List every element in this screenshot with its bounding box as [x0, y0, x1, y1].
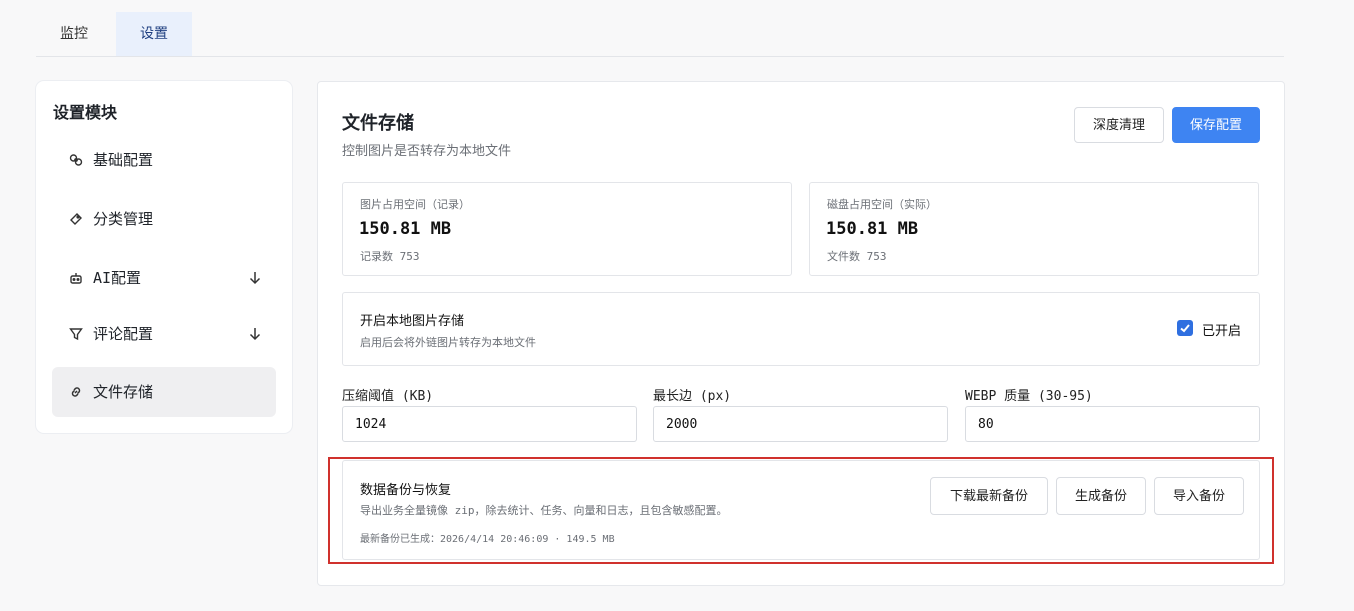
page-title: 文件存储	[342, 113, 414, 134]
stat-label: 图片占用空间（记录）	[360, 198, 470, 211]
sidebar-item-label: 分类管理	[93, 210, 154, 228]
import-backup-button[interactable]: 导入备份	[1154, 477, 1244, 515]
sidebar-item-comment[interactable]: 评论配置	[52, 309, 276, 359]
backup-title: 数据备份与恢复	[360, 483, 452, 498]
toggle-title: 开启本地图片存储	[360, 314, 465, 329]
sidebar-item-category[interactable]: 分类管理	[52, 194, 276, 244]
sidebar-item-ai[interactable]: AI配置	[52, 253, 276, 303]
local-storage-toggle-card: 开启本地图片存储 启用后会将外链图片转存为本地文件 已开启	[342, 292, 1260, 366]
arrow-down-icon	[249, 328, 261, 341]
arrow-down-icon	[249, 272, 261, 285]
link-icon	[71, 387, 81, 397]
top-tabs: 监控 设置	[36, 12, 1284, 57]
sidebar-item-label: 评论配置	[93, 325, 154, 343]
download-latest-backup-button[interactable]: 下载最新备份	[930, 477, 1048, 515]
max-edge-label: 最长边 (px)	[653, 389, 732, 404]
sidebar-title: 设置模块	[53, 103, 118, 122]
sidebar-item-file-storage[interactable]: 文件存储	[52, 367, 276, 417]
backup-description: 导出业务全量镜像 zip，除去统计、任务、向量和日志，且包含敏感配置。	[360, 504, 728, 517]
file-storage-panel: 文件存储 控制图片是否转存为本地文件 深度清理 保存配置 图片占用空间（记录） …	[317, 81, 1285, 586]
settings-sidebar: 设置模块 基础配置 分类管理 AI配置 评论配置 文件存储	[36, 81, 292, 433]
stat-count: 记录数 753	[360, 250, 420, 263]
webp-quality-input[interactable]	[965, 406, 1260, 442]
sidebar-item-basic[interactable]: 基础配置	[52, 135, 276, 185]
save-config-button[interactable]: 保存配置	[1172, 107, 1260, 143]
stat-card-disk: 磁盘占用空间（实际） 150.81 MB 文件数 753	[809, 182, 1259, 276]
tab-settings[interactable]: 设置	[116, 12, 192, 56]
generate-backup-button[interactable]: 生成备份	[1056, 477, 1146, 515]
backup-card: 数据备份与恢复 导出业务全量镜像 zip，除去统计、任务、向量和日志，且包含敏感…	[342, 460, 1260, 560]
tag-icon	[70, 213, 82, 225]
page-subtitle: 控制图片是否转存为本地文件	[342, 144, 512, 159]
robot-icon	[70, 273, 82, 284]
tab-monitor[interactable]: 监控	[36, 12, 112, 56]
sidebar-item-label: 基础配置	[93, 151, 154, 169]
stat-value: 150.81 MB	[826, 219, 919, 239]
sidebar-item-label: AI配置	[93, 269, 142, 287]
filter-icon	[69, 328, 83, 341]
enable-local-storage-checkbox[interactable]	[1177, 320, 1193, 336]
checkmark-icon	[1180, 324, 1190, 333]
checkbox-label[interactable]: 已开启	[1202, 320, 1241, 339]
max-edge-input[interactable]	[653, 406, 948, 442]
compress-threshold-input[interactable]	[342, 406, 637, 442]
compress-threshold-label: 压缩阈值 (KB)	[342, 389, 434, 404]
toggle-description: 启用后会将外链图片转存为本地文件	[360, 336, 536, 349]
backup-status: 最新备份已生成：2026/4/14 20:46:09 · 149.5 MB	[360, 534, 615, 545]
stat-card-recorded: 图片占用空间（记录） 150.81 MB 记录数 753	[342, 182, 792, 276]
link-icon	[69, 154, 83, 166]
stat-count: 文件数 753	[827, 250, 887, 263]
deep-clean-button[interactable]: 深度清理	[1074, 107, 1164, 143]
stat-label: 磁盘占用空间（实际）	[827, 198, 937, 211]
stat-value: 150.81 MB	[359, 219, 452, 239]
webp-quality-label: WEBP 质量 (30-95)	[965, 389, 1093, 404]
sidebar-item-label: 文件存储	[93, 383, 154, 401]
